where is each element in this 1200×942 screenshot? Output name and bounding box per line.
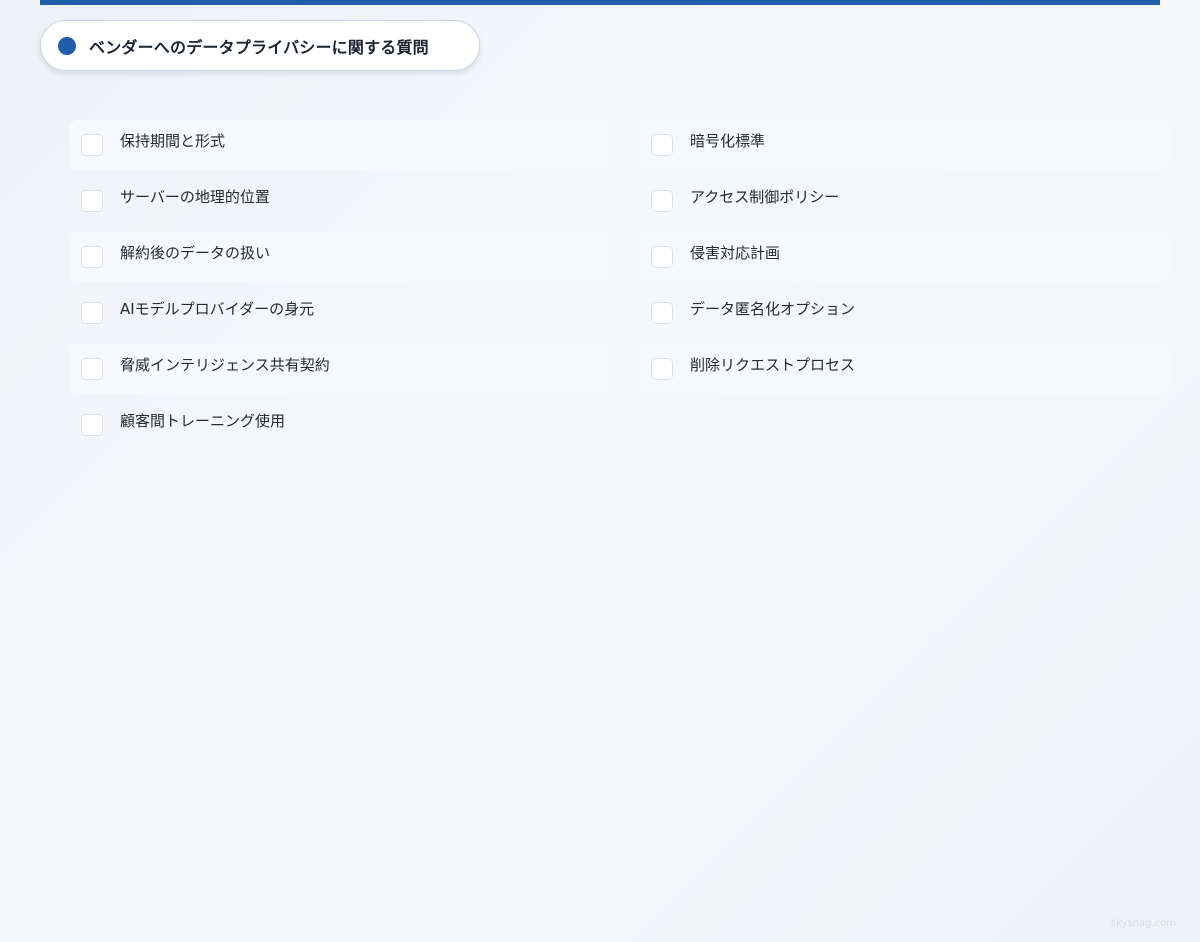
checklist-item-label: 侵害対応計画	[690, 244, 781, 262]
checklist-item-label: 解約後のデータの扱い	[120, 244, 271, 262]
checkbox[interactable]	[81, 190, 103, 212]
checkbox[interactable]	[81, 302, 103, 324]
checklist-item[interactable]: データ匿名化オプション	[640, 288, 1170, 338]
checkbox[interactable]	[651, 358, 673, 380]
checklist-item[interactable]: 暗号化標準	[640, 120, 1170, 170]
checklist-item[interactable]: 保持期間と形式	[70, 120, 610, 170]
bullet-dot-icon	[58, 36, 76, 55]
top-accent-bar	[40, 0, 1160, 5]
checklist-item[interactable]: 解約後のデータの扱い	[70, 232, 610, 282]
page-title: ベンダーへのデータプライバシーに関する質問	[89, 37, 429, 57]
checklist-item-label: 脅威インテリジェンス共有契約	[120, 356, 330, 374]
checklist-item-label: データ匿名化オプション	[690, 300, 856, 318]
checklist-item[interactable]: 脅威インテリジェンス共有契約	[70, 344, 610, 394]
checklist-item-label: 保持期間と形式	[120, 132, 226, 150]
checkbox[interactable]	[651, 190, 673, 212]
checklist-item-label: 暗号化標準	[690, 132, 766, 150]
checklist-item[interactable]: アクセス制御ポリシー	[640, 176, 1170, 226]
checklist-item-label: アクセス制御ポリシー	[690, 188, 840, 206]
checklist-item[interactable]: AIモデルプロバイダーの身元	[70, 288, 610, 338]
checkbox[interactable]	[81, 358, 103, 380]
checklist-item-label: サーバーの地理的位置	[120, 188, 270, 206]
checkbox[interactable]	[81, 246, 103, 268]
checkbox[interactable]	[651, 302, 673, 324]
checklist-item-label: 顧客間トレーニング使用	[120, 412, 286, 430]
checklist-item-label: 削除リクエストプロセス	[690, 356, 856, 374]
checklist-item[interactable]: サーバーの地理的位置	[70, 176, 610, 226]
watermark-text: skysnag.com	[1110, 918, 1176, 929]
checklist-item[interactable]: 侵害対応計画	[640, 232, 1170, 282]
checklist-item[interactable]: 顧客間トレーニング使用	[70, 400, 610, 450]
checkbox[interactable]	[651, 246, 673, 268]
checkbox[interactable]	[81, 414, 103, 436]
checkbox[interactable]	[651, 134, 673, 156]
checkbox[interactable]	[81, 134, 103, 156]
checklist-item[interactable]: 削除リクエストプロセス	[640, 344, 1170, 394]
checklist-item-label: AIモデルプロバイダーの身元	[120, 300, 315, 318]
question-checklist: 保持期間と形式 暗号化標準 サーバーの地理的位置 アクセス制御ポリシー 解約後の…	[70, 120, 1170, 450]
section-title-pill: ベンダーへのデータプライバシーに関する質問	[40, 20, 480, 71]
